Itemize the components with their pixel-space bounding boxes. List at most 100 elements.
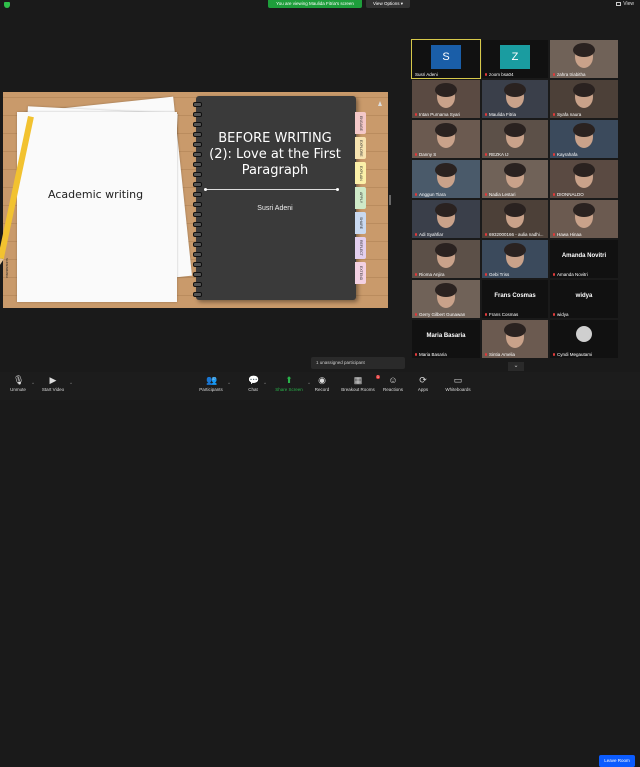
participant-display-name: widya <box>575 293 593 299</box>
participant-tile[interactable]: zahra triabitha <box>550 40 618 78</box>
shield-icon[interactable] <box>4 2 10 8</box>
unmute-button[interactable]: 🎙 Unmute ^ <box>8 375 34 392</box>
participant-tile[interactable]: Anggun Tiara <box>412 160 480 198</box>
binding-ring <box>193 292 202 297</box>
participant-tile[interactable]: Intan Purnama Syari <box>412 80 480 118</box>
participant-tile[interactable]: Nadia Lestari <box>482 160 548 198</box>
reactions-button[interactable]: ☺ Reactions <box>382 375 404 392</box>
binding-ring <box>193 112 202 117</box>
participant-name: Rioma Anjira <box>415 272 445 277</box>
participant-name: Frans Cosmas <box>485 312 518 317</box>
participant-hair <box>504 323 526 337</box>
whiteboards-button[interactable]: ▭ Whiteboards <box>444 375 472 392</box>
video-off-icon: ▶ <box>49 375 57 385</box>
participant-tile[interactable]: Danny S <box>412 120 480 158</box>
caret-up-icon[interactable]: ^ <box>32 381 34 386</box>
participant-hair <box>435 163 457 177</box>
participant-display-name: Amanda Novitri <box>561 253 607 259</box>
mic-muted-icon <box>553 273 555 277</box>
participant-tile[interactable]: Maria Basaria Maria Basaria <box>412 320 480 358</box>
slide-title: BEFORE WRITING (2): Love at the First Pa… <box>209 131 341 178</box>
binding-ring <box>193 102 202 107</box>
mic-muted-icon <box>485 193 487 197</box>
avatar: S <box>431 45 461 69</box>
chat-button[interactable]: 💬 Chat ^ <box>246 375 266 392</box>
leave-room-button[interactable]: Leave Room <box>599 755 635 767</box>
caret-up-icon[interactable]: ^ <box>264 381 266 386</box>
breakout-rooms-button[interactable]: ▦ 1 Breakout Rooms <box>340 375 380 392</box>
participant-tile[interactable]: widya widya <box>550 280 618 318</box>
participant-tile[interactable]: Maulida Fitria <box>482 80 548 118</box>
caret-up-icon[interactable]: ^ <box>308 381 310 386</box>
binding-ring <box>193 272 202 277</box>
participant-tile[interactable]: S Susri Adeni <box>411 39 481 79</box>
participant-tile[interactable]: Cyndi Megautami <box>550 320 618 358</box>
binding-ring <box>193 222 202 227</box>
view-options-button[interactable]: View Options ▾ <box>366 0 410 8</box>
mic-muted-icon <box>415 113 417 117</box>
participants-button[interactable]: 👥 37 Participants ^ <box>198 375 230 392</box>
mic-muted-icon <box>485 233 487 237</box>
mic-muted-icon <box>485 113 487 117</box>
participant-hair <box>504 123 526 137</box>
caret-up-icon[interactable]: ^ <box>228 381 230 386</box>
participant-tile[interactable]: Kayrahafa <box>550 120 618 158</box>
participant-name: Nadia Lestari <box>485 192 516 197</box>
start-video-button[interactable]: ▶ Start Video ^ <box>40 375 72 392</box>
participant-tile[interactable]: Frans Cosmas Frans Cosmas <box>482 280 548 318</box>
mic-muted-icon <box>415 233 417 237</box>
mic-muted-icon <box>553 73 555 77</box>
participant-tile[interactable]: REZKA IJ <box>482 120 548 158</box>
mic-muted-icon <box>415 273 417 277</box>
participant-name: Kayrahafa <box>553 152 578 157</box>
participant-name: Anggun Tiara <box>415 192 446 197</box>
participant-name: Cyndi Megautami <box>553 352 592 357</box>
slide-tab: APPLY <box>355 187 366 209</box>
participant-hair <box>435 123 457 137</box>
divider-line <box>206 189 337 190</box>
participant-tile[interactable]: Sintia Amelia <box>482 320 548 358</box>
grid-icon <box>616 1 622 6</box>
participant-hair <box>435 83 457 97</box>
participant-name: Sintia Amelia <box>485 352 515 357</box>
binding-ring <box>193 232 202 237</box>
participant-name: Hawa Hinaa <box>553 232 582 237</box>
mic-muted-icon <box>553 193 555 197</box>
unassigned-participant-notice[interactable]: 1 unassigned participant <box>311 357 405 369</box>
participant-name: DIONNALDO <box>553 192 584 197</box>
mic-muted-icon <box>415 153 417 157</box>
participant-tile[interactable]: Amanda Novitri Amanda Novitri <box>550 240 618 278</box>
participant-tile[interactable]: Hawa Hinaa <box>550 200 618 238</box>
slide-author: Susri Adeni <box>257 205 293 212</box>
slide-left-text: Academic writing <box>48 188 144 201</box>
caret-up-icon[interactable]: ^ <box>70 381 72 386</box>
panel-resize-handle[interactable] <box>389 195 391 205</box>
participant-name: 6932000166 - aulia nadhi... <box>485 232 544 237</box>
participant-name: Syafa naura <box>553 112 581 117</box>
participant-display-name: Maria Basaria <box>426 333 466 339</box>
participant-name: zahra triabitha <box>553 72 586 77</box>
viewing-banner: You are viewing Maulida Fitria's screen <box>268 0 362 8</box>
participant-tile[interactable]: Gebi Triss <box>482 240 548 278</box>
participant-hair <box>435 203 457 217</box>
view-button[interactable]: View <box>616 1 634 7</box>
meeting-toolbar: 🎙 Unmute ^ ▶ Start Video ^ 👥 37 Participants ^ … <box>0 372 640 767</box>
record-button[interactable]: ◉ Record <box>314 375 330 392</box>
participant-tile[interactable]: DIONNALDO <box>550 160 618 198</box>
share-screen-button[interactable]: ⬆ Share Screen ^ <box>274 375 310 392</box>
participant-tile[interactable]: Syafa naura <box>550 80 618 118</box>
participant-tile[interactable]: Gerry Gilbert Gunawan <box>412 280 480 318</box>
participant-name: REZKA IJ <box>485 152 509 157</box>
apps-button[interactable]: ⟳ Apps <box>416 375 430 392</box>
participant-tile[interactable]: Adi Syahfiar <box>412 200 480 238</box>
mic-muted-icon <box>485 313 487 317</box>
participant-tile[interactable]: 6932000166 - aulia nadhi... <box>482 200 548 238</box>
participant-name: zoom bsa04 <box>485 72 514 77</box>
mic-muted-icon <box>485 153 487 157</box>
participant-tile[interactable]: Zzoom bsa04 <box>482 40 548 78</box>
reactions-icon: ☺ <box>388 375 398 385</box>
binding-ring <box>193 282 202 287</box>
mic-muted-icon <box>553 313 555 317</box>
participant-tile[interactable]: Rioma Anjira <box>412 240 480 278</box>
chevron-down-icon[interactable]: ⌄ <box>508 362 524 371</box>
